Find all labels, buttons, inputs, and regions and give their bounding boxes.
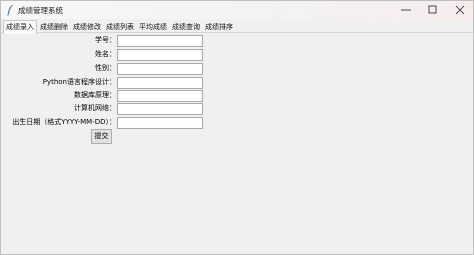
tab-average-score[interactable]: 平均成绩 <box>138 22 168 33</box>
tab-score-modify[interactable]: 成绩修改 <box>72 22 102 33</box>
tab-score-sort[interactable]: 成绩排序 <box>204 22 234 33</box>
birth-date-label: 出生日期（格式YYYY-MM-DD）： <box>12 118 116 126</box>
title-bar[interactable]: 成绩管理系统 <box>1 1 473 19</box>
name-input[interactable] <box>117 49 203 61</box>
python-score-label: Python语言程序设计： <box>42 78 116 86</box>
tab-score-entry[interactable]: 成绩录入 <box>3 20 37 34</box>
close-button[interactable] <box>446 1 474 19</box>
tab-score-delete[interactable]: 成绩删除 <box>39 22 69 33</box>
python-score-input[interactable] <box>117 77 203 89</box>
tab-score-list[interactable]: 成绩列表 <box>105 22 135 33</box>
database-score-input[interactable] <box>117 90 203 102</box>
feather-icon <box>7 4 15 16</box>
gender-label: 性别： <box>95 64 116 72</box>
student-id-input[interactable] <box>117 35 203 47</box>
gender-input[interactable] <box>117 63 203 75</box>
database-score-label: 数据库原理： <box>74 91 116 99</box>
birth-date-input[interactable] <box>117 117 203 129</box>
minimize-icon <box>401 5 411 15</box>
tab-score-query[interactable]: 成绩查询 <box>171 22 201 33</box>
submit-button[interactable]: 提交 <box>91 129 112 144</box>
tab-bar: 成绩录入 成绩删除 成绩修改 成绩列表 平均成绩 成绩查询 成绩排序 <box>1 20 473 34</box>
app-window: 成绩管理系统 成绩录入 成绩删除 成绩修改 成绩列表 平均成绩 成绩查询 成绩排… <box>0 0 474 255</box>
network-score-input[interactable] <box>117 103 203 115</box>
window-title: 成绩管理系统 <box>18 6 63 15</box>
minimize-button[interactable] <box>392 1 420 19</box>
student-id-label: 学号： <box>95 36 116 44</box>
maximize-button[interactable] <box>419 1 447 19</box>
close-icon <box>455 5 465 15</box>
maximize-icon <box>428 5 438 15</box>
network-score-label: 计算机网络： <box>74 104 116 112</box>
name-label: 姓名： <box>95 50 116 58</box>
